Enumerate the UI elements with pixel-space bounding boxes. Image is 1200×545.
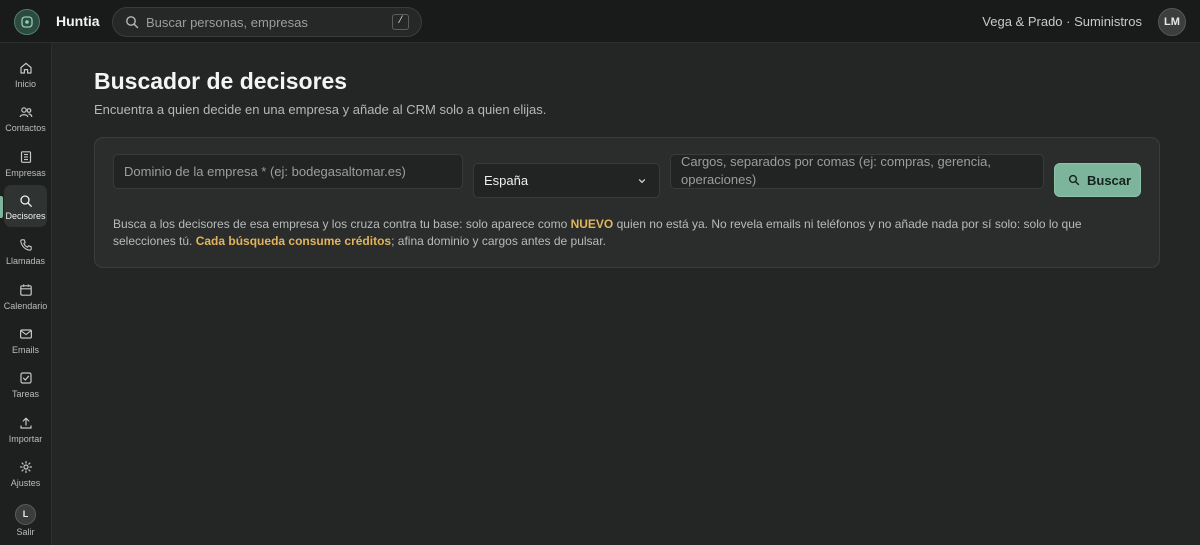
sidebar-item-label: Empresas [5,168,46,178]
sidebar-item-empresas[interactable]: Empresas [4,146,47,186]
app-name: Huntia [56,13,100,29]
phone-icon [20,239,32,251]
sidebar-item-contactos[interactable]: Contactos [4,101,47,141]
upload-icon [20,417,32,429]
sidebar-item-label: Ajustes [10,478,41,488]
search-icon [1068,174,1080,186]
top-bar: Huntia / Vega & Prado · Suministros LM [0,0,1200,43]
help-text-part: Busca a los decisores de esa empresa y l… [113,217,571,231]
users-icon [19,107,33,118]
app-logo[interactable] [14,9,40,35]
logo-icon [21,16,33,28]
logout-button[interactable]: Salir [0,527,51,537]
help-text-part: ; afina dominio y cargos antes de pulsar… [391,234,606,248]
calendar-icon [20,284,32,296]
sidebar-item-ajustes[interactable]: Ajustes [4,456,47,496]
logout-avatar[interactable]: L [15,504,36,525]
credits-highlight: Cada búsqueda consume créditos [195,234,392,248]
domain-input[interactable] [113,154,463,189]
sidebar-item-label: Contactos [5,123,46,133]
search-button-label: Buscar [1087,173,1132,188]
help-text: Busca a los decisores de esa empresa y l… [113,216,1113,250]
organization-name: Vega & Prado · Suministros [982,14,1142,29]
home-icon [20,62,32,74]
sidebar-item-label: Tareas [11,389,39,399]
global-search[interactable]: / [112,7,422,37]
search-icon [126,16,139,29]
sidebar-item-inicio[interactable]: Inicio [4,57,47,97]
sidebar-item-emails[interactable]: Emails [4,323,47,363]
sidebar-item-label: Llamadas [5,256,46,266]
sidebar-item-decisores[interactable]: Decisores [4,185,47,227]
sidebar-item-label: Emails [11,345,39,355]
checkbox-icon [20,372,32,384]
sidebar-item-label: Inicio [14,79,36,89]
chevron-down-icon [638,179,646,184]
page-title: Buscador de decisores [94,68,348,94]
search-icon [20,195,32,207]
search-input[interactable] [146,13,386,31]
sidebar-item-label: Importar [8,434,43,444]
country-select[interactable]: España [473,163,660,198]
search-shortcut-hint: / [392,14,409,30]
roles-input-placeholder: Cargos, separados por comas (ej: compras… [681,154,991,187]
user-avatar[interactable]: LM [1158,8,1186,36]
sidebar-item-calendario[interactable]: Calendario [4,279,47,319]
country-select-value: España [484,173,529,188]
gear-icon [19,460,33,474]
mail-icon [20,329,33,339]
sidebar-item-label: Calendario [3,301,48,311]
building-icon [20,151,32,163]
search-button[interactable]: Buscar [1054,163,1141,197]
sidebar-item-label: Decisores [5,211,46,221]
sidebar: Inicio Contactos Empresas Decisores Llam… [0,43,52,545]
sidebar-item-tareas[interactable]: Tareas [4,367,47,407]
sidebar-item-importar[interactable]: Importar [4,412,47,452]
search-form-card: España Cargos, separados por comas (ej: … [94,137,1160,268]
nuevo-highlight: NUEVO [570,217,614,231]
sidebar-item-llamadas[interactable]: Llamadas [4,234,47,274]
page-subtitle: Encuentra a quien decide en una empresa … [94,102,547,117]
roles-input[interactable]: Cargos, separados por comas (ej: compras… [670,154,1044,189]
